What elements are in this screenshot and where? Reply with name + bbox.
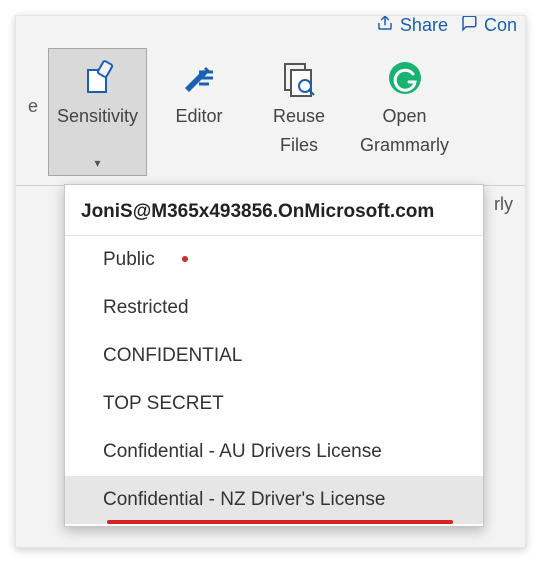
editor-icon: [179, 57, 219, 99]
comments-button[interactable]: Con: [460, 15, 517, 37]
option-label: Confidential - AU Drivers License: [103, 441, 382, 462]
sensitivity-option-top-secret[interactable]: TOP SECRET: [65, 380, 483, 428]
grammarly-label-1: Open: [383, 105, 427, 128]
editor-label: Editor: [176, 105, 223, 128]
annotation-underline: [107, 520, 453, 524]
dropdown-account-header: JoniS@M365x493856.OnMicrosoft.com: [65, 195, 483, 236]
sensitivity-option-au-license[interactable]: Confidential - AU Drivers License: [65, 428, 483, 476]
option-label: Restricted: [103, 297, 189, 318]
share-button[interactable]: Share: [376, 15, 448, 37]
option-label: Public: [103, 249, 155, 270]
red-dot-indicator: [182, 256, 188, 262]
option-label: TOP SECRET: [103, 393, 224, 414]
ribbon-left-partial: e: [22, 48, 44, 117]
option-label: CONFIDENTIAL: [103, 345, 242, 366]
app-window: Share Con e Sensitivity ▾: [15, 15, 526, 548]
reuse-files-label-2: Files: [280, 134, 318, 157]
sensitivity-button[interactable]: Sensitivity ▾: [48, 48, 147, 176]
grammarly-icon: [385, 57, 425, 99]
reuse-files-icon: [279, 57, 319, 99]
grammarly-label-2: Grammarly: [360, 134, 449, 157]
sensitivity-option-public[interactable]: Public: [65, 236, 483, 284]
comment-icon: [460, 15, 478, 37]
sensitivity-option-restricted[interactable]: Restricted: [65, 284, 483, 332]
title-bar-actions: Share Con: [368, 15, 525, 41]
reuse-files-button[interactable]: Reuse Files: [251, 48, 347, 176]
chevron-down-icon: ▾: [49, 156, 146, 171]
ribbon: e Sensitivity ▾ Editor: [16, 16, 525, 186]
grammarly-cutoff-text: rly: [494, 194, 513, 215]
sensitivity-option-confidential[interactable]: CONFIDENTIAL: [65, 332, 483, 380]
reuse-files-label-1: Reuse: [273, 105, 325, 128]
sensitivity-icon: [78, 57, 118, 99]
share-icon: [376, 15, 394, 37]
comments-label-partial: Con: [484, 15, 517, 36]
sensitivity-label: Sensitivity: [57, 105, 138, 128]
share-label: Share: [400, 15, 448, 36]
editor-button[interactable]: Editor: [151, 48, 247, 176]
sensitivity-option-nz-license[interactable]: Confidential - NZ Driver's License: [65, 476, 483, 524]
grammarly-button[interactable]: Open Grammarly: [351, 48, 458, 176]
sensitivity-dropdown: JoniS@M365x493856.OnMicrosoft.com Public…: [64, 184, 484, 527]
option-label: Confidential - NZ Driver's License: [103, 489, 385, 510]
